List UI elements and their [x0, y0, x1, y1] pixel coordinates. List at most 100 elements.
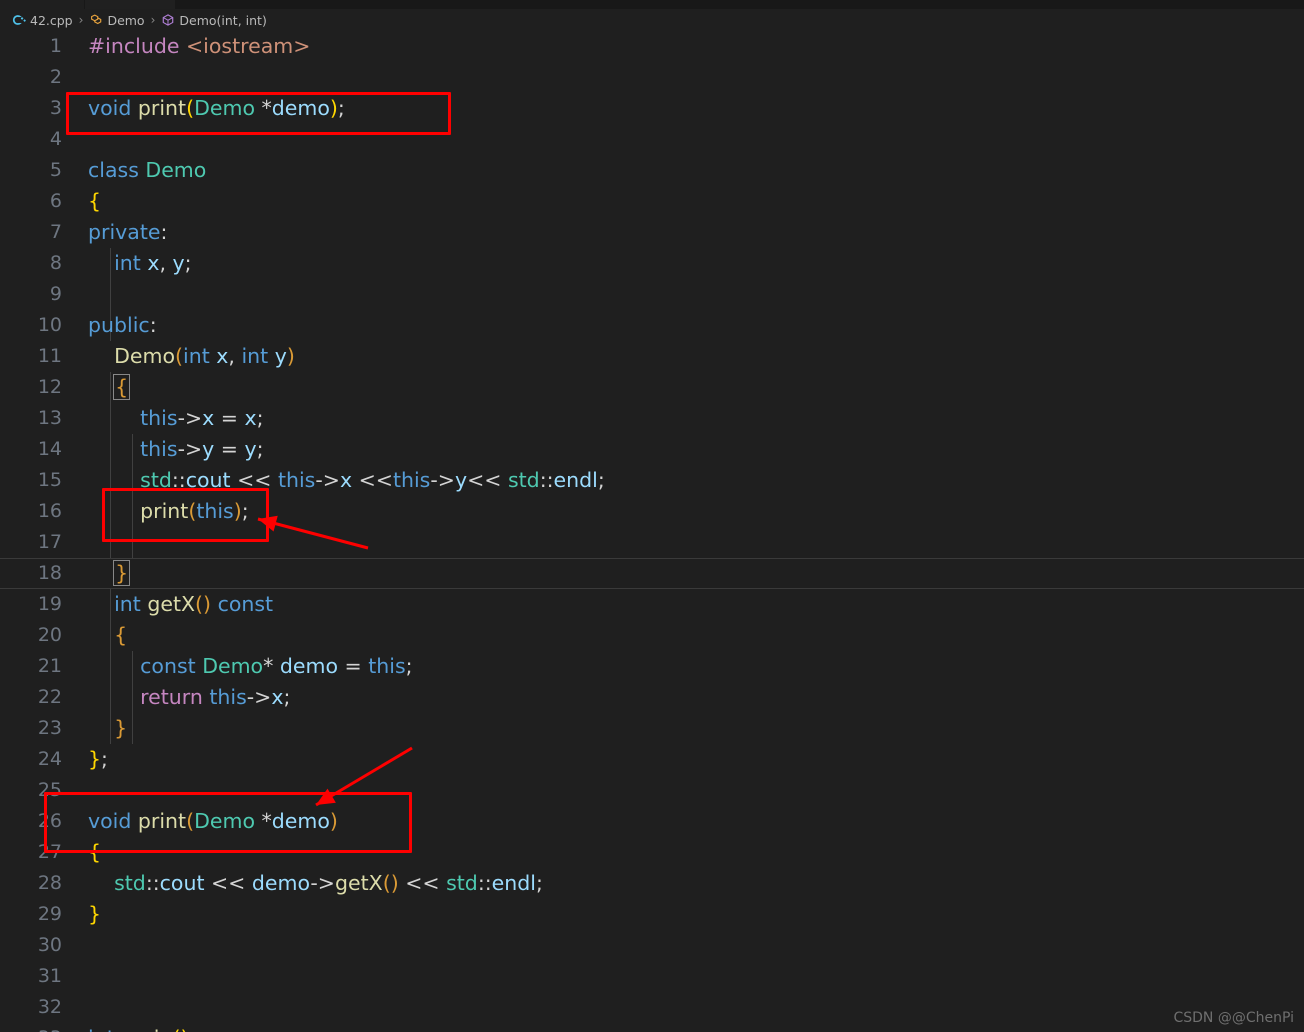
code-line[interactable]: 28 std::cout << demo->getX() << std::end…: [0, 868, 1304, 899]
code-text: int x, y;: [88, 248, 192, 279]
code-text: Demo(int x, int y): [88, 341, 295, 372]
code-token: ;: [405, 654, 413, 678]
code-token: =: [214, 406, 245, 430]
breadcrumb-item-1[interactable]: Demo: [87, 13, 146, 28]
code-token: ->: [310, 871, 335, 895]
code-token: ->: [430, 468, 455, 492]
code-line[interactable]: 21 const Demo* demo = this;: [0, 651, 1304, 682]
code-text: print(this);: [88, 496, 249, 527]
code-line[interactable]: 22 return this->x;: [0, 682, 1304, 713]
code-token: this: [368, 654, 406, 678]
code-line[interactable]: 10 public:: [0, 310, 1304, 341]
code-token: ;: [597, 468, 605, 492]
code-token: :: [160, 220, 168, 244]
code-line[interactable]: 29}: [0, 899, 1304, 930]
code-line[interactable]: 9: [0, 279, 1304, 310]
code-line[interactable]: 31: [0, 961, 1304, 992]
code-token: demo: [251, 871, 311, 895]
code-token: y: [274, 344, 287, 368]
code-text: int getX() const: [88, 589, 273, 620]
tab-active[interactable]: [85, 0, 175, 9]
code-editor[interactable]: 1 #include <iostream> 2 3 void print(Demo *d…: [0, 31, 1304, 1032]
code-text: void print(Demo *demo): [88, 806, 338, 837]
breadcrumb-separator: ›: [78, 13, 84, 27]
line-number: 1: [49, 35, 62, 57]
code-line[interactable]: 33 int main(): [0, 1023, 1304, 1032]
editor-window: 42.cpp › Demo › Demo(int, int) 1 #include <io…: [0, 0, 1304, 1032]
code-line[interactable]: 30: [0, 930, 1304, 961]
code-token: ;: [241, 499, 249, 523]
code-line[interactable]: 11 Demo(int x, int y): [0, 341, 1304, 372]
code-text: return this->x;: [88, 682, 290, 713]
code-text: this->y = y;: [88, 434, 263, 465]
code-line[interactable]: 20 {: [0, 620, 1304, 651]
code-line[interactable]: 15 std::cout << this->x <<this->y<< std:…: [0, 465, 1304, 496]
line-number: 2: [49, 66, 62, 88]
code-token: return: [140, 685, 210, 709]
code-token: Demo: [114, 344, 175, 368]
code-token: {: [114, 623, 128, 647]
code-text: };: [88, 744, 108, 775]
tab-strip: [0, 0, 1304, 9]
code-line[interactable]: 23 }: [0, 713, 1304, 744]
code-token: Demo: [145, 158, 207, 182]
line-number: 5: [49, 159, 62, 181]
code-line[interactable]: 1 #include <iostream>: [0, 31, 1304, 62]
code-line[interactable]: 14 this->y = y;: [0, 434, 1304, 465]
code-token: demo: [271, 96, 330, 120]
code-token: *: [255, 96, 272, 120]
code-line[interactable]: 6{: [0, 186, 1304, 217]
code-text: {: [88, 372, 131, 403]
code-text: {: [88, 186, 101, 217]
code-token: this: [196, 499, 234, 523]
code-line[interactable]: 2: [0, 62, 1304, 93]
code-line[interactable]: 32: [0, 992, 1304, 1023]
code-line[interactable]: 24};: [0, 744, 1304, 775]
code-line[interactable]: 19 int getX() const: [0, 589, 1304, 620]
code-token: <<: [398, 871, 447, 895]
code-token: int: [114, 251, 148, 275]
line-number: 32: [37, 996, 62, 1018]
tab-inactive-left[interactable]: [0, 0, 84, 9]
code-line[interactable]: 16 print(this);: [0, 496, 1304, 527]
line-number: 22: [37, 686, 62, 708]
code-token: void: [88, 96, 138, 120]
code-line[interactable]: 12 {: [0, 372, 1304, 403]
code-line[interactable]: 13 this->x = x;: [0, 403, 1304, 434]
code-token: getX: [334, 871, 383, 895]
code-line[interactable]: 18 }: [0, 558, 1304, 589]
code-token: this: [140, 406, 178, 430]
code-token: <<: [352, 468, 393, 492]
code-text: std::cout << demo->getX() << std::endl;: [88, 868, 543, 899]
code-text: #include <iostream>: [88, 31, 310, 62]
code-line[interactable]: 7 private:: [0, 217, 1304, 248]
breadcrumb: 42.cpp › Demo › Demo(int, int): [0, 9, 1304, 31]
line-number: 33: [0, 1023, 62, 1032]
code-token: ;: [283, 685, 291, 709]
breadcrumb-item-0[interactable]: 42.cpp: [10, 13, 75, 28]
code-line[interactable]: 27 {: [0, 837, 1304, 868]
code-token: <<: [467, 468, 508, 492]
line-number: 14: [37, 438, 62, 460]
line-number: 21: [37, 655, 62, 677]
code-token: const: [140, 654, 203, 678]
code-line[interactable]: 17: [0, 527, 1304, 558]
code-line[interactable]: 5 class Demo: [0, 155, 1304, 186]
breadcrumb-item-2[interactable]: Demo(int, int): [159, 13, 268, 28]
code-line[interactable]: 8 int x, y;: [0, 248, 1304, 279]
code-line[interactable]: 4: [0, 124, 1304, 155]
bracket-match: }: [113, 560, 131, 586]
code-line[interactable]: 25: [0, 775, 1304, 806]
code-token: <<: [204, 871, 252, 895]
code-line[interactable]: 3 void print(Demo *demo);: [0, 93, 1304, 124]
code-line[interactable]: 26 void print(Demo *demo): [0, 806, 1304, 837]
code-token: int: [241, 344, 275, 368]
code-token: print: [137, 809, 187, 833]
code-token: demo: [279, 654, 339, 678]
line-number: 20: [37, 624, 62, 646]
